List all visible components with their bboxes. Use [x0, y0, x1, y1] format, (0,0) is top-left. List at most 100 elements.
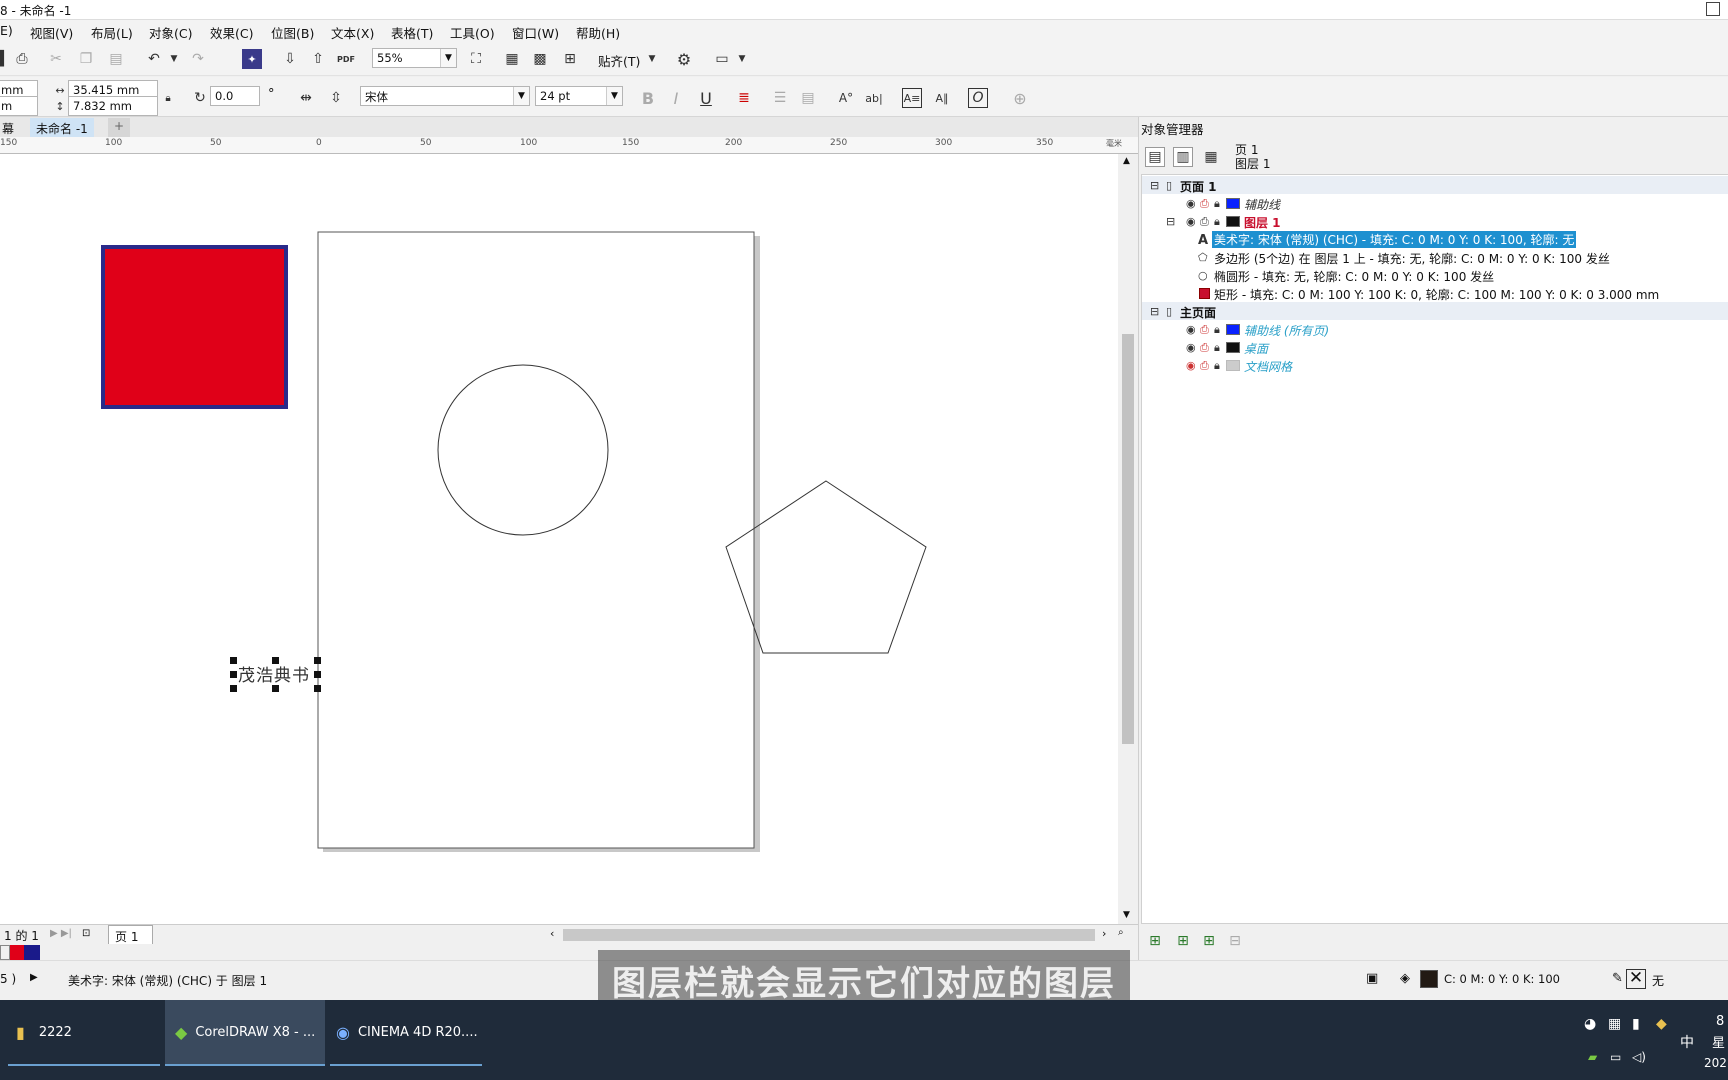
snap-to-menu[interactable]: 贴齐(T) — [598, 51, 640, 70]
font-size-select[interactable]: 24 pt ▼ — [535, 86, 623, 106]
bullet-list-icon[interactable]: ☰ — [770, 88, 790, 108]
application-launcher-icon[interactable]: ▭ — [712, 49, 732, 69]
layer-color-swatch[interactable] — [1226, 342, 1240, 353]
zoom-level-select[interactable]: 55% ▼ — [372, 48, 457, 68]
layer-manager-view-icon[interactable]: ▤ — [1145, 147, 1165, 167]
menu-table[interactable]: 表格(T) — [391, 23, 433, 42]
export-icon[interactable]: ⇧ — [308, 49, 328, 69]
menu-object[interactable]: 对象(C) — [149, 23, 192, 42]
tree-object-rectangle[interactable]: 矩形 - 填充: C: 0 M: 100 Y: 100 K: 0, 轮廓: C:… — [1142, 284, 1728, 302]
collapse-icon[interactable]: ⊟ — [1150, 179, 1159, 192]
taskbar-item-folder[interactable]: ▮ 2222 — [8, 1000, 160, 1066]
printer-icon[interactable]: ⎙ — [1200, 359, 1209, 373]
tab-welcome[interactable]: 幕 — [0, 118, 21, 137]
printer-icon[interactable]: ⎙ — [1200, 215, 1209, 229]
mirror-horizontal-icon[interactable]: ⇹ — [296, 88, 316, 108]
layer-color-swatch[interactable] — [1226, 198, 1240, 209]
tree-object-text[interactable]: A 美术字: 宋体 (常规) (CHC) - 填充: C: 0 M: 0 Y: … — [1142, 230, 1728, 248]
menu-view[interactable]: 视图(V) — [30, 23, 73, 42]
publish-pdf-icon[interactable]: PDF — [336, 49, 356, 69]
lock-icon[interactable]: 🔒︎ — [1214, 323, 1220, 337]
horizontal-text-icon[interactable]: A≡ — [902, 88, 922, 108]
show-object-properties-icon[interactable]: ▦ — [1201, 147, 1221, 167]
tree-object-polygon[interactable]: ⬠ 多边形 (5个边) 在 图层 1 上 - 填充: 无, 轮廓: C: 0 M… — [1142, 248, 1728, 266]
tree-layer-grid[interactable]: ◉ ⎙ 🔒︎ 文档网格 — [1142, 356, 1728, 374]
drop-cap-icon[interactable]: ▤ — [798, 88, 818, 108]
copy-icon[interactable]: ❐ — [76, 49, 96, 69]
tree-page-1[interactable]: ⊟ ▯ 页面 1 — [1142, 176, 1728, 194]
new-layer-icon[interactable]: ⊞ — [1145, 931, 1165, 951]
taskbar-item-coreldraw[interactable]: ◆ CorelDRAW X8 - ... — [165, 1000, 325, 1066]
edit-across-layers-icon[interactable]: ▥ — [1173, 147, 1193, 167]
play-icon[interactable]: ▶ — [30, 972, 38, 983]
paste-icon[interactable]: ▤ — [106, 49, 126, 69]
italic-button[interactable]: I — [666, 88, 686, 108]
scroll-left-icon[interactable]: ‹ — [550, 927, 554, 940]
tree-layer-desktop[interactable]: ◉ ⎙ 🔒︎ 桌面 — [1142, 338, 1728, 356]
interactive-ot-icon[interactable]: O — [968, 88, 988, 108]
artistic-text-object[interactable]: 茂浩典书 — [238, 661, 310, 686]
new-master-layer-icon[interactable]: ⊞ — [1173, 931, 1193, 951]
page-tab[interactable]: 页 1 — [108, 925, 154, 945]
scroll-thumb[interactable] — [1122, 334, 1134, 744]
delete-layer-icon[interactable]: ⊟ — [1225, 931, 1245, 951]
undo-dropdown-icon[interactable]: ▼ — [164, 49, 184, 69]
layer-color-swatch[interactable] — [1226, 360, 1240, 371]
text-properties-icon[interactable]: A° — [836, 88, 856, 108]
search-content-icon[interactable]: ✦ — [242, 49, 262, 69]
lock-icon[interactable]: 🔒︎ — [1214, 197, 1220, 211]
eye-icon[interactable]: ◉ — [1186, 359, 1196, 372]
tray-network-icon[interactable]: ▦ — [1608, 1016, 1621, 1032]
menu-edit[interactable]: E) — [0, 23, 13, 38]
collapse-icon[interactable]: ⊟ — [1166, 215, 1175, 228]
height-field[interactable]: 7.832 mm — [68, 96, 158, 116]
lock-icon[interactable]: 🔒︎ — [1214, 215, 1220, 229]
vertical-scrollbar[interactable]: ▲ ▼ — [1118, 154, 1138, 924]
next-page-icon[interactable]: ▶ ▶| — [50, 928, 72, 939]
add-page-icon[interactable]: ⊡ — [82, 928, 90, 939]
menu-effects[interactable]: 效果(C) — [210, 23, 253, 42]
tray-app-icon[interactable]: ◕ — [1584, 1016, 1596, 1032]
printer-icon[interactable]: ⎙ — [1200, 323, 1209, 337]
scroll-down-icon[interactable]: ▼ — [1123, 910, 1130, 920]
lock-ratio-icon[interactable]: 🔒︎ — [158, 88, 178, 108]
drawing-canvas[interactable]: 茂浩典书 — [0, 154, 1118, 924]
chevron-down-icon[interactable]: ▼ — [732, 49, 752, 69]
layer-color-swatch[interactable] — [1226, 324, 1240, 335]
text-align-icon[interactable]: ≣ — [734, 88, 754, 108]
taskbar-item-cinema4d[interactable]: ◉ CINEMA 4D R20.... — [330, 1000, 482, 1066]
add-icon[interactable]: ⊕ — [1010, 88, 1030, 108]
eye-icon[interactable]: ◉ — [1186, 215, 1196, 228]
scroll-up-icon[interactable]: ▲ — [1123, 156, 1130, 166]
tray-monitor-icon[interactable]: ▭ — [1610, 1050, 1621, 1064]
show-grid-icon[interactable]: ▩ — [530, 49, 550, 69]
fill-color-swatch[interactable] — [1420, 970, 1438, 988]
font-list-select[interactable]: 宋体 ▼ — [360, 86, 530, 106]
redo-icon[interactable]: ↷ — [188, 49, 208, 69]
show-guidelines-icon[interactable]: ⊞ — [560, 49, 580, 69]
tray-weekday[interactable]: 星 — [1712, 1032, 1725, 1051]
new-master-layer-all-icon[interactable]: ⊞ — [1199, 931, 1219, 951]
no-outline-icon[interactable]: ✕ — [1626, 969, 1646, 989]
add-tab-button[interactable]: + — [108, 118, 131, 137]
tray-time[interactable]: 8 — [1716, 1014, 1724, 1029]
palette-swatch[interactable] — [24, 945, 40, 960]
tray-security-icon[interactable]: ◆ — [1656, 1016, 1667, 1032]
horizontal-scroll-thumb[interactable] — [563, 929, 1095, 941]
tab-document[interactable]: 未命名 -1 — [30, 118, 94, 137]
eye-icon[interactable]: ◉ — [1186, 341, 1196, 354]
menu-layout[interactable]: 布局(L) — [91, 23, 133, 42]
tray-nvidia-icon[interactable]: ▰ — [1588, 1050, 1597, 1064]
show-rulers-icon[interactable]: ▦ — [502, 49, 522, 69]
palette-swatch[interactable] — [10, 945, 24, 960]
printer-icon[interactable]: ⎙ — [1200, 341, 1209, 355]
restore-icon[interactable] — [1706, 2, 1720, 16]
full-screen-icon[interactable]: ⛶ — [466, 49, 486, 69]
tree-master-page[interactable]: ⊟ ▯ 主页面 — [1142, 302, 1728, 320]
y-position-field[interactable]: m — [0, 96, 38, 116]
print-icon[interactable]: ⎙ — [12, 49, 32, 69]
menu-text[interactable]: 文本(X) — [331, 23, 374, 42]
eye-icon[interactable]: ◉ — [1186, 197, 1196, 210]
tree-layer-1[interactable]: ⊟ ◉ ⎙ 🔒︎ 图层 1 — [1142, 212, 1728, 230]
tray-date[interactable]: 202 — [1704, 1056, 1727, 1070]
